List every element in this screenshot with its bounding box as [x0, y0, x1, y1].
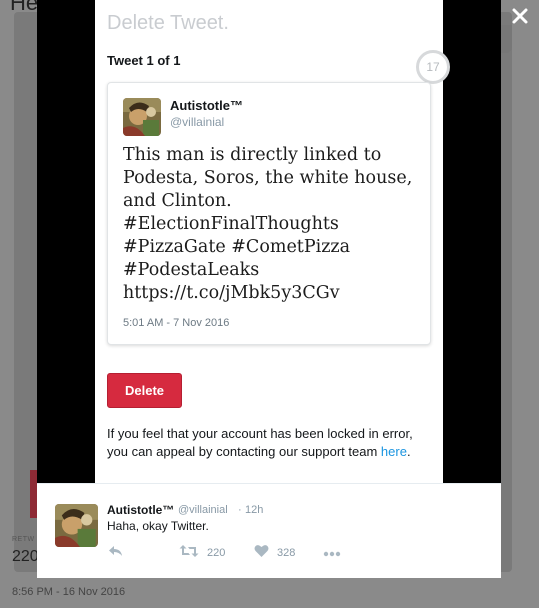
more-action[interactable] — [323, 545, 341, 561]
like-action[interactable]: 328 — [254, 544, 296, 563]
appeal-message: If you feel that your account has been l… — [107, 425, 437, 461]
reply-separator: · — [238, 504, 242, 516]
reply-author-handle[interactable]: @villainial — [178, 504, 228, 516]
heart-icon — [254, 544, 269, 563]
background-shape — [500, 25, 512, 53]
tweet-timestamp: 5:01 AM - 7 Nov 2016 — [123, 317, 230, 329]
background-stat-label: RETW — [12, 536, 35, 543]
reply-timestamp[interactable]: 12h — [245, 504, 263, 516]
background-title: He — [10, 0, 39, 15]
background-timestamp: 8:56 PM - 16 Nov 2016 — [12, 586, 126, 598]
close-icon[interactable] — [508, 4, 532, 28]
reply-tweet: Autistotle™ @villainial · 12h Haha, okay… — [37, 483, 501, 578]
delete-button[interactable]: Delete — [107, 373, 182, 408]
appeal-end: . — [406, 444, 411, 459]
reply-action[interactable] — [108, 545, 124, 561]
retweet-icon — [179, 544, 199, 563]
avatar — [123, 98, 161, 136]
author-name: Autistotle™ — [170, 98, 243, 113]
author-handle: @villainial — [170, 115, 225, 129]
retweet-action[interactable]: 220 — [179, 544, 226, 563]
reply-avatar[interactable] — [55, 504, 98, 547]
reply-icon — [108, 544, 124, 563]
tweet-counter: Tweet 1 of 1 — [107, 53, 181, 68]
modal-title: Delete Tweet. — [107, 12, 229, 34]
delete-tweet-modal: Delete Tweet. Tweet 1 of 1 17 Autistotle… — [95, 0, 450, 483]
character-count-circle: 17 — [416, 50, 450, 84]
appeal-link[interactable]: here — [381, 444, 407, 459]
reply-text: Haha, okay Twitter. — [107, 519, 209, 533]
tweet-card: Autistotle™ @villainial This man is dire… — [107, 82, 431, 345]
like-count: 328 — [277, 547, 296, 559]
background-stat-value: 220 — [12, 548, 39, 565]
reply-author-name[interactable]: Autistotle™ — [107, 503, 174, 517]
retweet-count: 220 — [207, 547, 226, 559]
appeal-text: If you feel that your account has been l… — [107, 426, 413, 459]
more-icon — [323, 544, 341, 562]
tweet-text: This man is directly linked to Podesta, … — [123, 145, 413, 303]
